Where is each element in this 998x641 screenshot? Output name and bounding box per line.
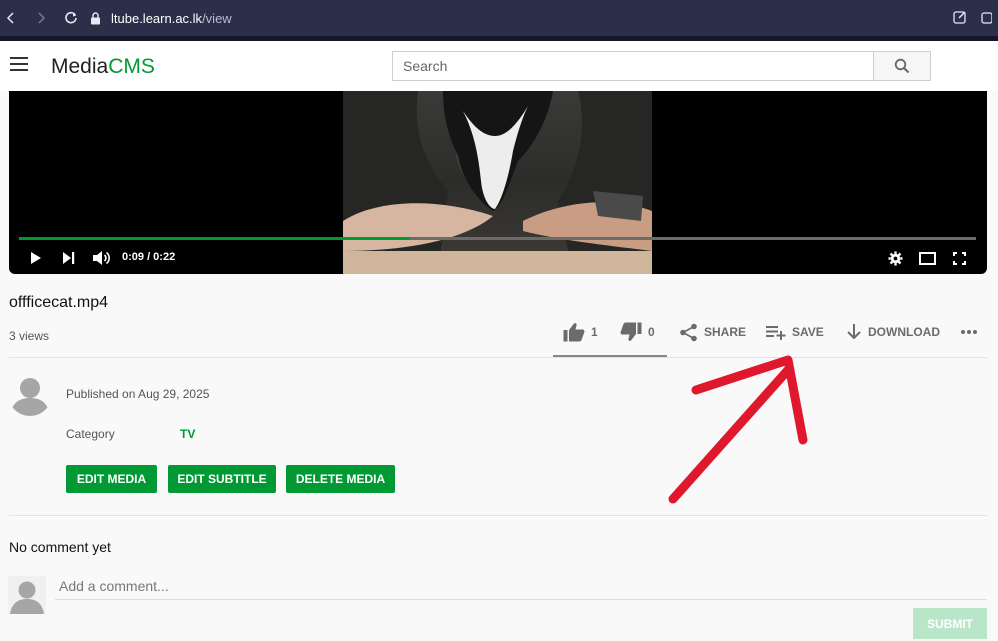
thumbs-up-icon [563, 323, 585, 342]
play-icon [31, 252, 41, 264]
category-label: Category [66, 427, 115, 441]
category-link[interactable]: TV [180, 427, 195, 441]
edit-subtitle-button[interactable]: EDIT SUBTITLE [168, 465, 276, 493]
settings-button[interactable] [885, 248, 905, 268]
media-title: offficecat.mp4 [9, 294, 109, 311]
play-button[interactable] [26, 248, 46, 268]
theater-mode-button[interactable] [916, 248, 938, 268]
next-button[interactable] [58, 248, 78, 268]
annotation-arrow [668, 355, 808, 504]
back-icon[interactable] [0, 12, 22, 24]
theater-mode-icon [918, 251, 936, 265]
dislike-count: 0 [648, 325, 655, 339]
share-button[interactable]: SHARE [679, 318, 746, 346]
volume-icon [93, 251, 110, 265]
progress-bar[interactable] [19, 237, 976, 240]
share-label: SHARE [704, 325, 747, 339]
submit-comment-button[interactable]: SUBMIT [913, 608, 987, 639]
download-button[interactable]: DOWNLOAD [846, 318, 940, 346]
progress-played [19, 237, 411, 240]
comment-input[interactable] [55, 572, 987, 600]
fullscreen-button[interactable] [949, 248, 969, 268]
video-player[interactable]: 0:09 / 0:22 [9, 91, 987, 274]
reload-icon[interactable] [60, 11, 82, 25]
divider [9, 515, 987, 516]
volume-button[interactable] [90, 248, 112, 268]
thumbs-down-icon [620, 322, 642, 341]
search-button[interactable] [873, 51, 931, 81]
like-count: 1 [591, 325, 598, 339]
extension-icon[interactable] [980, 9, 993, 28]
divider [9, 357, 987, 358]
browser-toolbar: ltube.learn.ac.lk/view [0, 0, 998, 36]
menu-icon[interactable] [10, 57, 28, 71]
user-avatar [8, 576, 46, 614]
more-options-icon [961, 330, 977, 334]
more-options-button[interactable] [960, 318, 978, 346]
lock-icon [90, 11, 101, 25]
logo-cms-text: CMS [108, 55, 155, 78]
logo-media-text: Media [51, 55, 109, 78]
edit-media-button[interactable]: EDIT MEDIA [66, 465, 157, 493]
download-label: DOWNLOAD [868, 325, 940, 339]
save-button[interactable]: SAVE [766, 318, 824, 346]
next-icon [62, 252, 74, 264]
view-count: 3 views [9, 329, 50, 343]
settings-icon [887, 250, 903, 266]
search-input[interactable] [392, 51, 874, 81]
no-comments-text: No comment yet [9, 539, 111, 555]
share-icon [680, 323, 697, 341]
published-date: Published on Aug 29, 2025 [66, 387, 210, 401]
save-label: SAVE [792, 325, 824, 339]
delete-media-button[interactable]: DELETE MEDIA [286, 465, 395, 493]
url-host: ltube.learn.ac.lk [111, 10, 203, 26]
video-frame [343, 91, 652, 274]
author-avatar[interactable] [8, 372, 52, 416]
app-header: MediaCMS [0, 41, 998, 91]
logo[interactable]: MediaCMS [51, 55, 155, 79]
forward-icon[interactable] [30, 12, 52, 24]
playlist-add-icon [766, 326, 786, 340]
time-display: 0:09 / 0:22 [122, 251, 176, 263]
download-icon [847, 324, 861, 340]
address-bar[interactable]: ltube.learn.ac.lk/view [90, 11, 232, 26]
dislike-button[interactable]: 0 [620, 318, 655, 346]
edit-page-icon[interactable] [952, 9, 968, 28]
like-button[interactable]: 1 [563, 318, 598, 346]
url-path: /view [202, 10, 232, 26]
search-icon [894, 58, 910, 74]
fullscreen-icon [952, 251, 966, 265]
